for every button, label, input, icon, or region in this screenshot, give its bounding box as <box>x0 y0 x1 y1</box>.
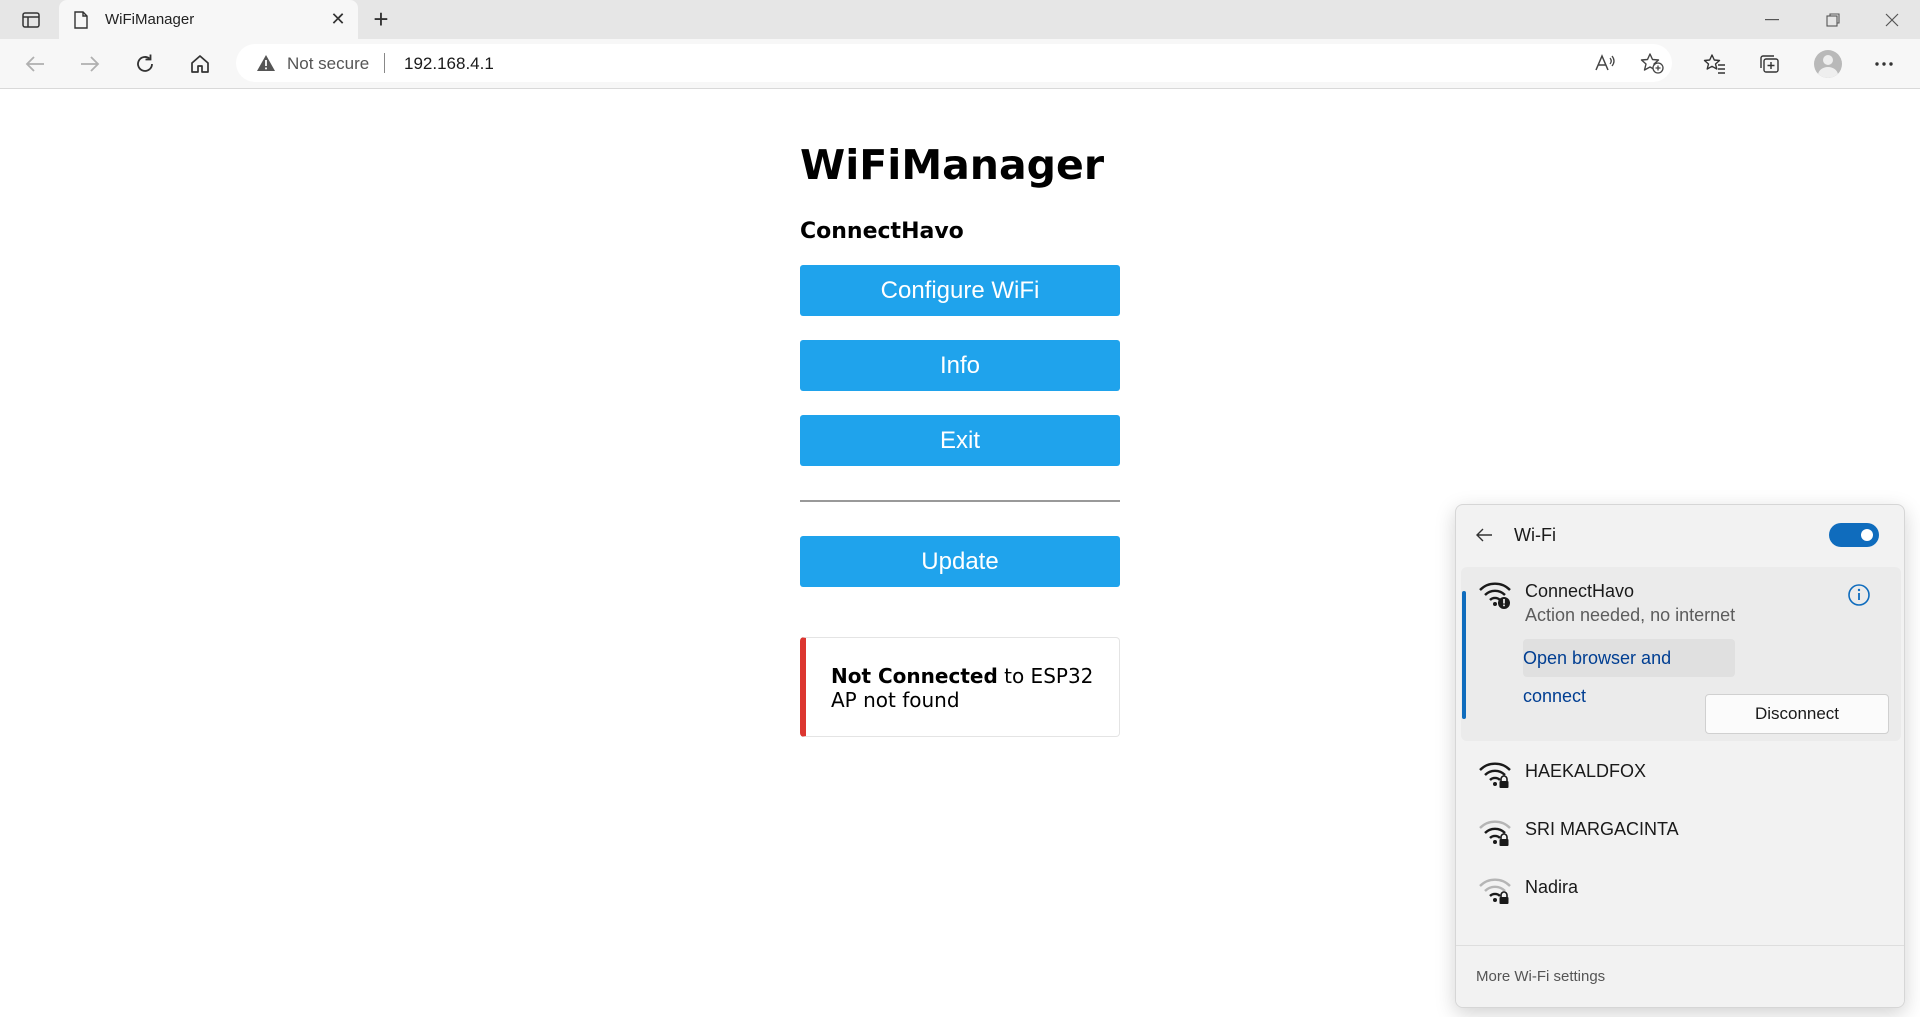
warning-icon[interactable] <box>256 54 276 72</box>
selected-accent <box>1462 591 1466 719</box>
network-item[interactable]: Nadira <box>1461 857 1901 921</box>
minimize-icon[interactable] <box>1744 0 1800 39</box>
configure-wifi-button[interactable]: Configure WiFi <box>800 265 1120 316</box>
wifi-secured-icon <box>1477 757 1513 791</box>
status-detail: AP not found <box>831 688 960 712</box>
tab-title: WiFiManager <box>105 11 195 28</box>
status-rest: to ESP32 <box>997 664 1094 688</box>
address-separator <box>384 53 385 73</box>
refresh-icon[interactable] <box>128 48 162 80</box>
add-favorite-icon[interactable] <box>1639 51 1665 75</box>
status-message: Not Connected to ESP32 AP not found <box>800 637 1120 737</box>
network-name: HAEKALDFOX <box>1525 761 1647 781</box>
network-item[interactable]: SRI MARGACINTA <box>1461 799 1901 863</box>
connected-network-card[interactable]: ConnectHavo Action needed, no internet O… <box>1461 567 1901 741</box>
profile-avatar[interactable] <box>1812 48 1844 80</box>
page-icon <box>73 11 89 29</box>
new-tab-icon[interactable]: + <box>368 6 394 33</box>
status-bold: Not Connected <box>831 664 998 688</box>
network-item[interactable]: HAEKALDFOX <box>1461 741 1901 805</box>
address-bar[interactable]: Not secure 192.168.4.1 <box>236 44 1672 82</box>
disconnect-button[interactable]: Disconnect <box>1705 694 1889 734</box>
exit-button[interactable]: Exit <box>800 415 1120 466</box>
wifi-flyout: Wi-Fi ConnectHavo Action needed, no inte… <box>1455 504 1905 1008</box>
restore-icon[interactable] <box>1805 0 1861 39</box>
info-button[interactable]: Info <box>800 340 1120 391</box>
url-text[interactable]: 192.168.4.1 <box>404 54 494 74</box>
favorites-icon[interactable] <box>1699 48 1731 80</box>
open-browser-link[interactable]: Open browser and connect <box>1523 639 1735 706</box>
close-icon[interactable]: ✕ <box>328 9 348 29</box>
close-window-icon[interactable] <box>1864 0 1920 39</box>
browser-tab[interactable]: WiFiManager ✕ <box>59 0 358 39</box>
home-icon[interactable] <box>183 48 217 80</box>
back-arrow-icon[interactable] <box>18 48 52 80</box>
divider <box>800 500 1120 502</box>
tab-strip: WiFiManager ✕ + <box>0 0 1920 39</box>
device-name: ConnectHavo <box>800 219 964 244</box>
browser-toolbar: Not secure 192.168.4.1 <box>0 39 1920 89</box>
connected-network-name: ConnectHavo <box>1525 581 1635 601</box>
toggle-knob <box>1861 529 1873 541</box>
more-wifi-settings-link[interactable]: More Wi-Fi settings <box>1476 968 1605 985</box>
flyout-footer: More Wi-Fi settings <box>1456 945 1904 1007</box>
network-name: Nadira <box>1525 877 1579 897</box>
wifi-toggle[interactable] <box>1829 523 1879 547</box>
read-aloud-icon[interactable] <box>1592 51 1618 75</box>
avatar <box>1814 50 1842 78</box>
more-menu-icon[interactable] <box>1868 48 1900 80</box>
update-button[interactable]: Update <box>800 536 1120 587</box>
collections-icon[interactable] <box>1754 48 1786 80</box>
wifi-warning-icon <box>1477 577 1513 611</box>
wifi-flyout-title: Wi-Fi <box>1514 525 1556 545</box>
wifi-secured-icon <box>1477 873 1513 907</box>
network-name: SRI MARGACINTA <box>1525 819 1679 839</box>
forward-arrow-icon[interactable] <box>73 48 107 80</box>
tab-actions-icon[interactable] <box>14 9 48 31</box>
page-title: WiFiManager <box>800 141 1105 189</box>
wifimanager-page: WiFiManager ConnectHavo Configure WiFi I… <box>800 140 1120 737</box>
back-arrow-icon[interactable] <box>1472 523 1496 547</box>
security-label[interactable]: Not secure <box>287 54 369 74</box>
connection-status: Action needed, no internet <box>1525 605 1736 625</box>
info-icon[interactable] <box>1847 583 1871 607</box>
wifi-secured-icon <box>1477 815 1513 849</box>
